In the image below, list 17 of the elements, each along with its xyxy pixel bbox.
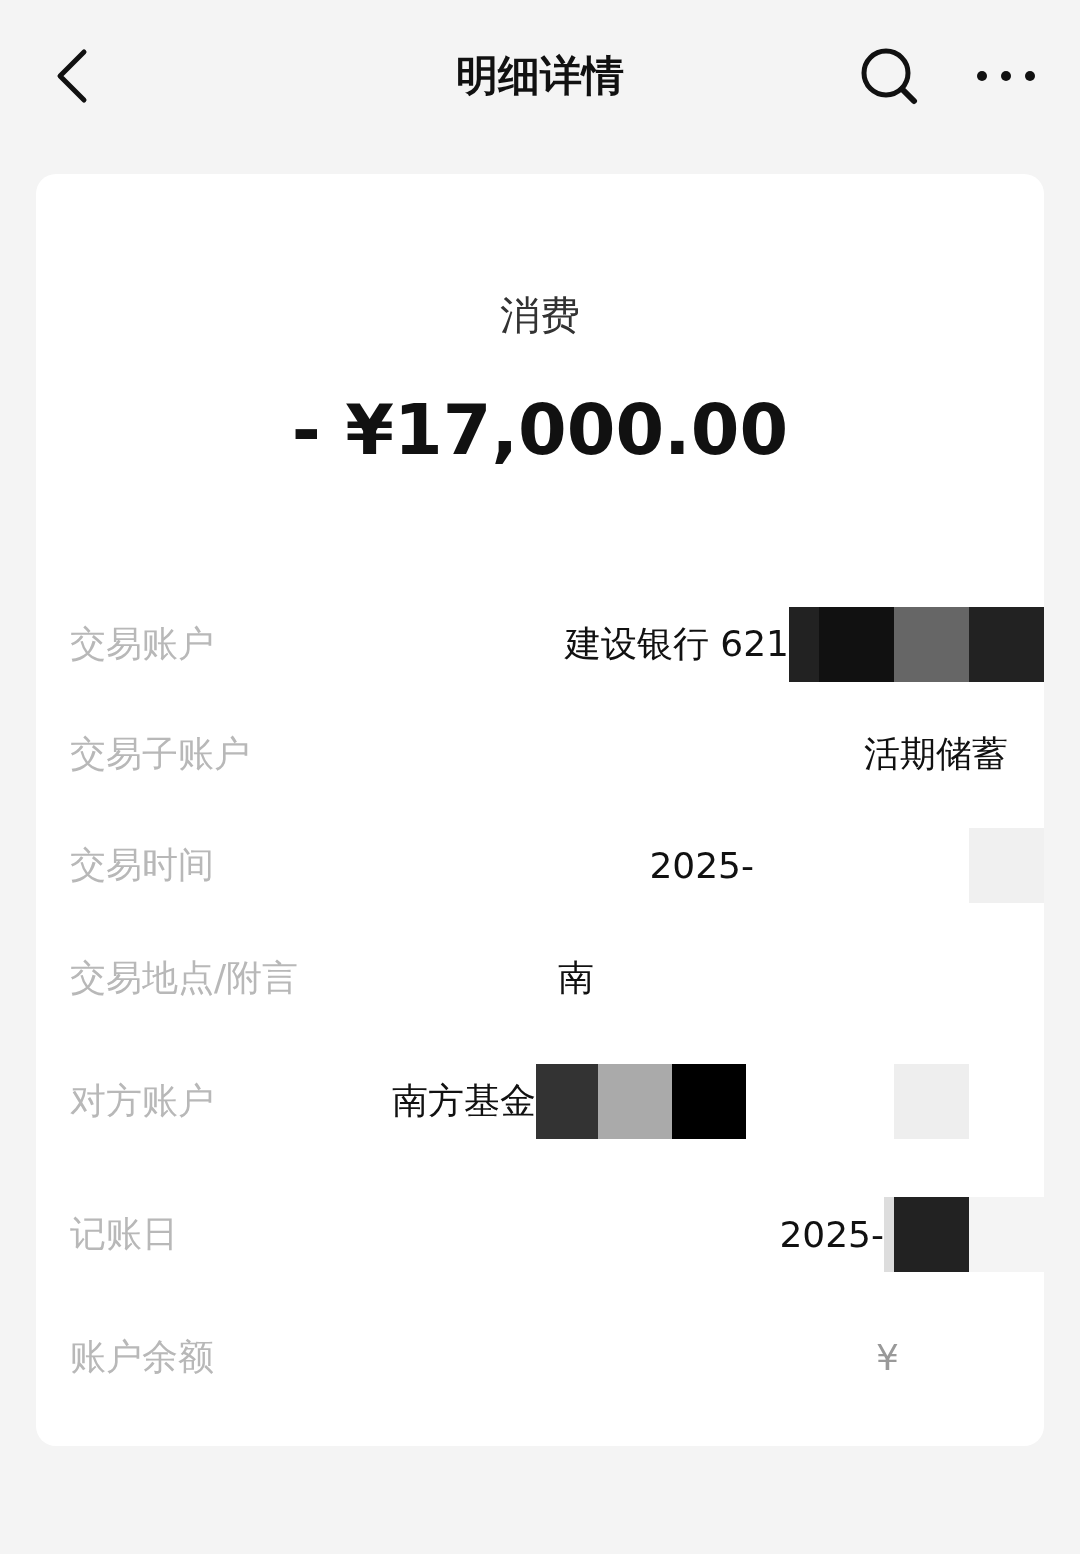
detail-value: 2025- bbox=[779, 1214, 884, 1255]
detail-label: 交易账户 bbox=[70, 621, 215, 666]
detail-value: 南 bbox=[558, 955, 594, 1000]
transaction-type: 消费 bbox=[500, 291, 580, 340]
page-title: 明细详情 bbox=[456, 50, 624, 102]
detail-label: 对方账户 bbox=[70, 1078, 215, 1123]
detail-label: 账户余额 bbox=[70, 1334, 215, 1379]
detail-label: 交易子账户 bbox=[70, 731, 251, 776]
detail-label: 记账日 bbox=[70, 1212, 179, 1256]
transaction-amount: - ¥17,000.00 bbox=[291, 389, 789, 471]
detail-value: 建设银行 621 bbox=[564, 621, 789, 666]
detail-label: 交易时间 bbox=[70, 842, 215, 887]
detail-value: 2025- bbox=[649, 844, 754, 886]
detail-value: 活期储蓄 bbox=[864, 731, 1008, 776]
detail-value: 南方基金 bbox=[392, 1078, 536, 1123]
detail-value: ¥ bbox=[876, 1336, 899, 1378]
detail-label: 交易地点/附言 bbox=[70, 955, 300, 1000]
